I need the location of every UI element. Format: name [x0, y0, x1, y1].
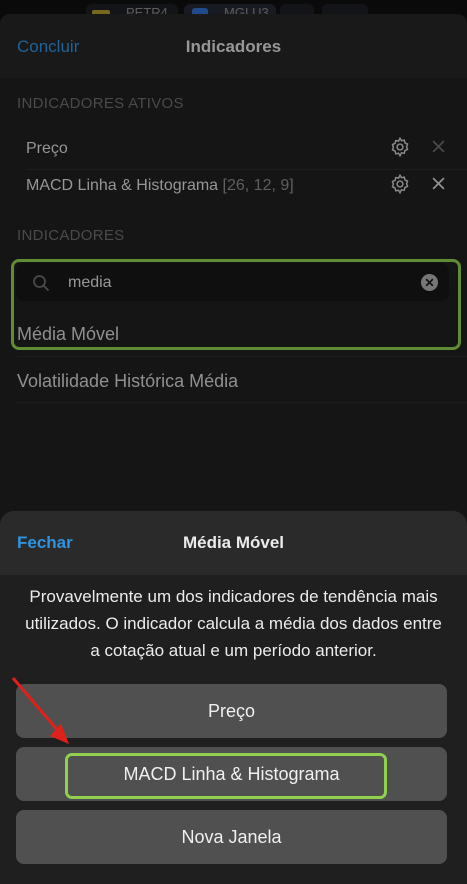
sheet-header: Fechar Média Móvel: [0, 511, 467, 575]
sheet-title: Média Móvel: [182, 533, 285, 552]
highlight-box: [65, 753, 387, 799]
indicator-description: Provavelmente um dos indicadores de tend…: [25, 587, 442, 660]
arrow-annotation-icon: [11, 677, 69, 744]
new-window-button[interactable]: Nova Janela: [16, 810, 447, 864]
